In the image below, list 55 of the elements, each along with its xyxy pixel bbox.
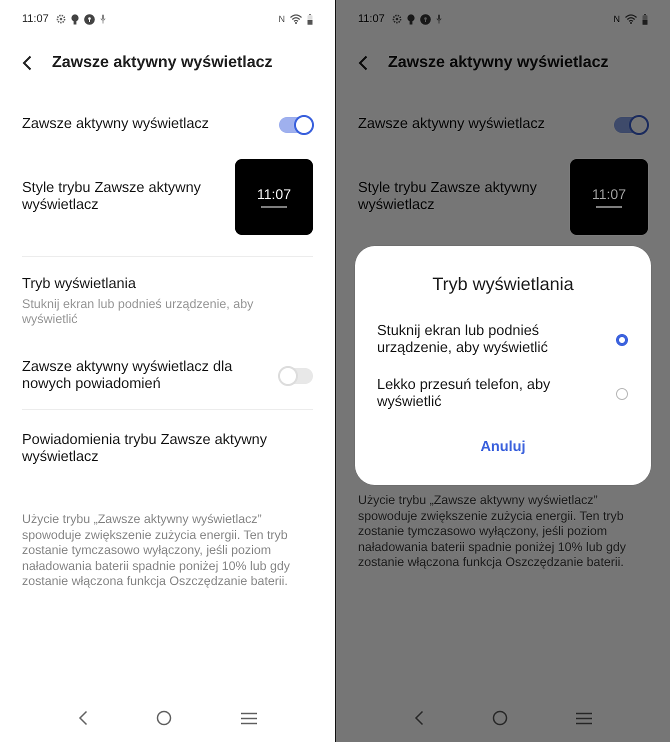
nfc-indicator: N [278,14,285,24]
mic-icon [436,14,442,24]
preview-time: 11:07 [257,186,291,202]
page-title: Zawsze aktywny wyświetlacz [388,54,609,72]
mic-icon [100,14,106,24]
bulb-icon [406,14,415,24]
style-preview[interactable]: 11:07 [570,159,648,235]
toggle-switch[interactable] [614,116,648,132]
preview-time: 11:07 [592,186,626,202]
option-label: Stuknij ekran lub podnieś urządzenie, aby wyświetlić [377,323,549,357]
option-label: Lekko przesuń telefon, aby wyświetlić [377,377,552,411]
setting-row[interactable]: Zawsze aktywny wyświetlacz [22,100,313,149]
radio-option[interactable]: Lekko przesuń telefon, aby wyświetlić [377,377,629,411]
battery-icon [307,14,313,24]
toggle-switch[interactable] [279,116,313,132]
setting-row[interactable]: Powiadomienia trybu Zawsze aktywny wyświetlacz [22,410,313,488]
setting-title: Style trybu Zawsze aktywny wyświetlacz [358,180,538,214]
setting-row[interactable]: Zawsze aktywny wyświetlacz [358,100,648,149]
setting-title: Zawsze aktywny wyświetlacz [358,116,545,133]
setting-row[interactable]: Tryb wyświetlania Stuknij ekran lub podnieś urządzenie, aby wyświetlić [22,257,313,343]
battery-icon [642,14,648,24]
setting-row[interactable]: Style trybu Zawsze aktywny wyświetlacz 11:07 [22,149,313,256]
home-icon[interactable] [156,710,172,726]
gear-icon [56,14,66,24]
setting-value: Stuknij ekran lub podnieś urządzenie, aby wyświetlić [22,297,254,327]
cancel-button[interactable]: Anuluj [472,435,534,459]
setting-title: Style trybu Zawsze aktywny wyświetlacz [22,180,202,214]
setting-title: Powiadomienia trybu Zawsze aktywny wyświetlacz [22,432,268,466]
home-icon[interactable] [492,710,508,726]
page-title: Zawsze aktywny wyświetlacz [52,54,273,72]
setting-row[interactable]: Zawsze aktywny wyświetlacz dla nowych powiadomień [22,343,313,409]
menu-icon[interactable] [576,712,592,724]
toggle-switch[interactable] [279,368,313,384]
wifi-icon [625,14,637,24]
lock-circle-icon [84,14,95,24]
radio-option[interactable]: Stuknij ekran lub podnieś urządzenie, aby wyświetlić [377,323,629,357]
gear-icon [392,14,402,24]
setting-title: Zawsze aktywny wyświetlacz dla nowych powiadomień [22,359,234,393]
nfc-indicator: N [614,14,620,24]
setting-title: Zawsze aktywny wyświetlacz [22,116,209,133]
lock-circle-icon [420,14,431,24]
setting-title: Tryb wyświetlania [22,276,137,293]
back-icon[interactable] [22,55,32,71]
info-text: Użycie trybu „Zawsze aktywny wyświetlacz” spowoduje zwiększenie zużycia energii. Ten tryb zostanie tymczasowo wyłączony, jeśli poziom naładowania baterii spadnie poniżej 10% lub gdy zostanie włączona funkcja Oszczędzanie baterii. [358,493,627,570]
wifi-icon [290,14,302,24]
style-preview[interactable]: 11:07 [235,159,313,235]
bulb-icon [70,14,79,24]
info-text: Użycie trybu „Zawsze aktywny wyświetlacz” spowoduje zwiększenie zużycia energii. Ten tryb zostanie tymczasowo wyłączony, jeśli poziom naładowania baterii spadnie poniżej 10% lub gdy zostanie włączona funkcja Oszczędzanie baterii. [22,512,291,590]
dialog-title: Tryb wyświetlania [431,274,575,295]
menu-icon[interactable] [240,712,257,724]
status-time: 11:07 [22,13,49,25]
radio-button[interactable] [616,334,628,346]
setting-row[interactable]: Style trybu Zawsze aktywny wyświetlacz 11:07 [358,149,648,256]
status-time: 11:07 [358,13,385,25]
radio-button[interactable] [616,388,628,400]
